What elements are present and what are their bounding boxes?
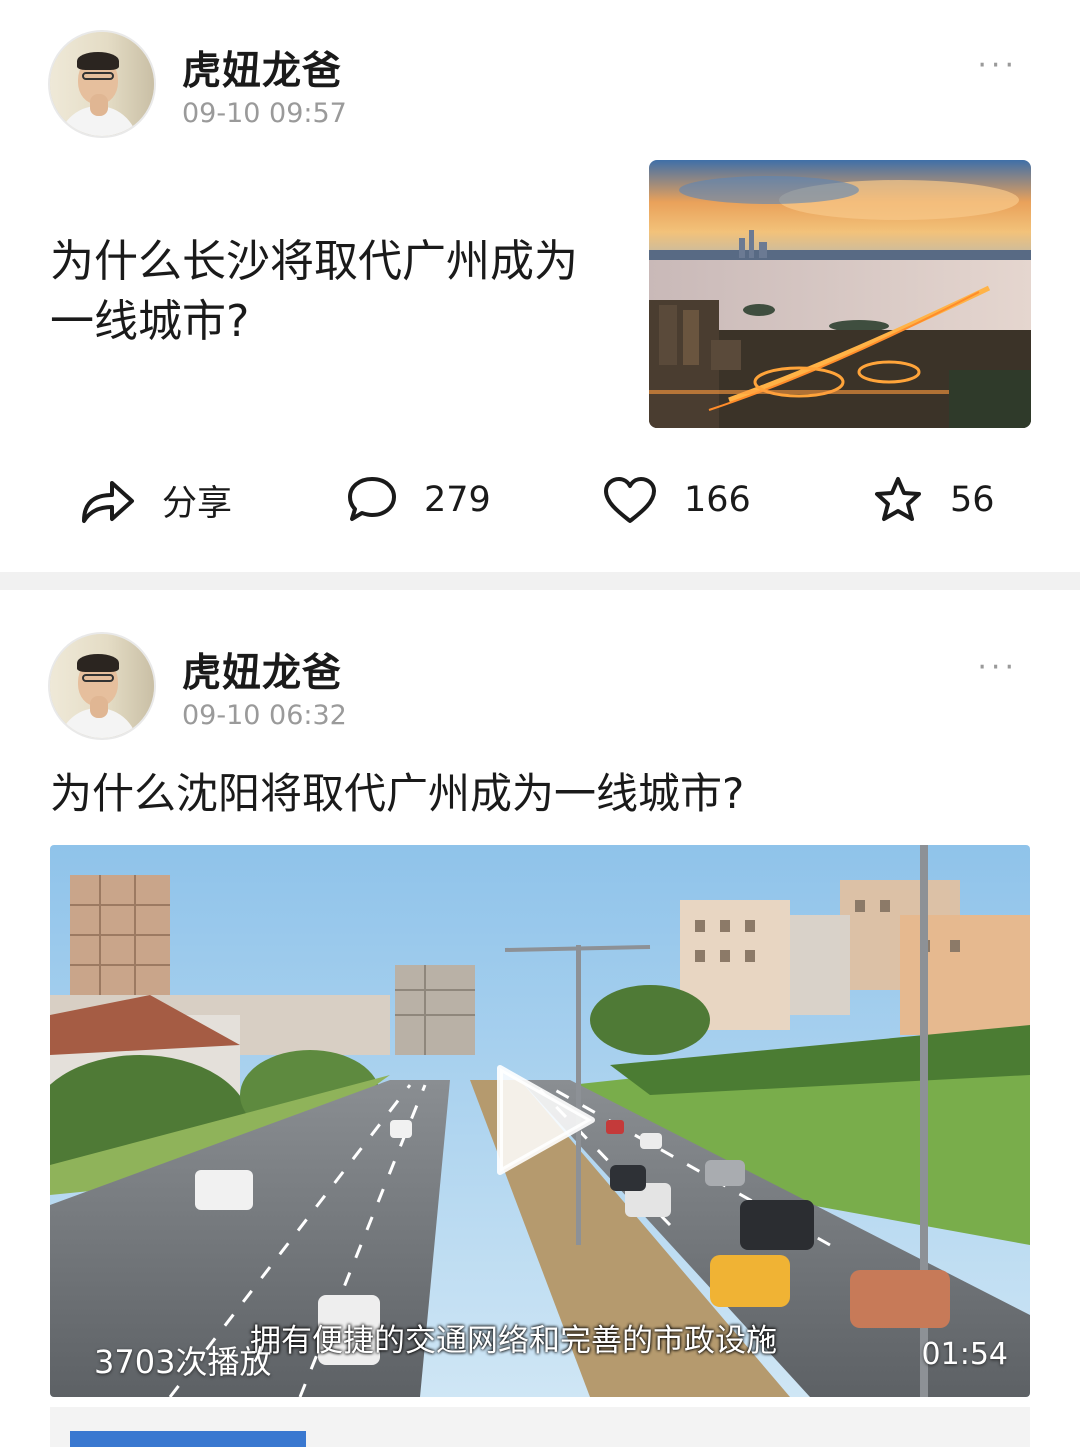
author-name[interactable]: 虎妞龙爸 xyxy=(182,40,342,96)
author-avatar[interactable] xyxy=(48,30,156,138)
comment-button[interactable]: 279 xyxy=(346,460,491,540)
video-duration: 01:54 xyxy=(921,1337,1008,1372)
post-time: 09-10 09:57 xyxy=(182,98,347,129)
post-card[interactable]: 虎妞龙爸 09-10 09:57 ··· 为什么长沙将取代广州成为一线城市? 分… xyxy=(0,0,1080,572)
share-button[interactable]: 分享 xyxy=(80,460,232,540)
like-button[interactable]: 166 xyxy=(602,460,751,540)
video-player[interactable]: 拥有便捷的交通网络和完善的市政设施 3703次播放 01:54 xyxy=(50,845,1030,1397)
comment-count: 279 xyxy=(424,480,491,520)
comment-bubble-icon xyxy=(346,475,398,525)
author-avatar[interactable] xyxy=(48,632,156,740)
share-label: 分享 xyxy=(162,483,233,524)
star-icon xyxy=(872,475,924,525)
author-name[interactable]: 虎妞龙爸 xyxy=(182,642,342,698)
favorite-count: 56 xyxy=(950,480,995,520)
more-dots-icon[interactable]: ··· xyxy=(977,48,1018,83)
heart-icon xyxy=(602,475,658,525)
play-icon[interactable] xyxy=(490,1060,600,1180)
favorite-button[interactable]: 56 xyxy=(872,460,995,540)
feed-divider xyxy=(0,572,1080,590)
next-post-preview[interactable] xyxy=(50,1407,1030,1447)
video-view-count: 3703次播放 xyxy=(94,1343,272,1381)
post-time: 09-10 06:32 xyxy=(182,700,347,731)
post-card[interactable]: 虎妞龙爸 09-10 06:32 ··· 为什么沈阳将取代广州成为一线城市? 拥… xyxy=(0,590,1080,1447)
like-count: 166 xyxy=(684,480,751,520)
video-subtitle: 拥有便捷的交通网络和完善的市政设施 xyxy=(250,1323,777,1359)
post-title[interactable]: 为什么长沙将取代广州成为一线城市? xyxy=(50,232,610,352)
post-thumbnail[interactable] xyxy=(649,160,1031,428)
more-dots-icon[interactable]: ··· xyxy=(977,650,1018,685)
post-title[interactable]: 为什么沈阳将取代广州成为一线城市? xyxy=(50,760,744,821)
share-arrow-icon xyxy=(80,475,136,525)
next-post-thumbnail xyxy=(70,1431,306,1447)
